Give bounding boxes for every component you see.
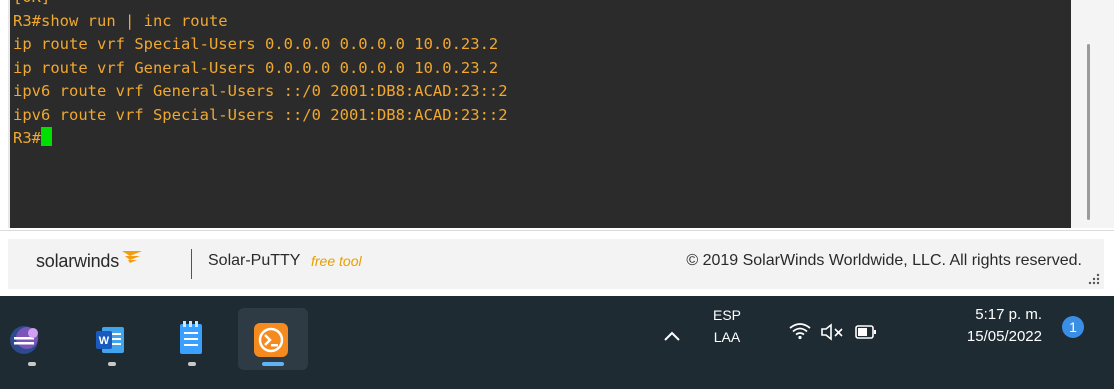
scrollbar-thumb[interactable] xyxy=(1087,44,1090,220)
terminal-line: ip route vrf General-Users 0.0.0.0 0.0.0… xyxy=(13,58,499,77)
copyright-text: © 2019 SolarWinds Worldwide, LLC. All ri… xyxy=(686,252,1082,269)
battery-icon[interactable] xyxy=(855,325,877,339)
terminal-prompt-line[interactable]: R3# xyxy=(13,127,1071,151)
terminal-scrollbar[interactable] xyxy=(1071,0,1114,228)
notepad-app-icon xyxy=(180,321,202,354)
volume-muted-icon[interactable] xyxy=(820,323,846,341)
product-name: Solar-PuTTY xyxy=(208,252,301,269)
terminal-line: [OK] xyxy=(13,0,1071,10)
resize-grip-icon[interactable] xyxy=(1088,273,1100,285)
svg-text:W: W xyxy=(99,335,110,347)
terminal-window: [OK] R3#show run | inc route ip route vr… xyxy=(0,0,1114,230)
clock-time: 5:17 p. m. xyxy=(975,306,1042,323)
terminal-line: R3#show run | inc route xyxy=(13,11,228,30)
terminal-line: ipv6 route vrf General-Users ::/0 2001:D… xyxy=(13,82,508,100)
terminal-prompt: R3# xyxy=(13,129,41,147)
footer-banner: solarwinds Solar-PuTTY free tool © 2019 … xyxy=(0,230,1114,297)
footer-banner-inner: solarwinds Solar-PuTTY free tool © 2019 … xyxy=(8,239,1104,289)
solarwinds-logo-text: solarwinds xyxy=(36,251,120,271)
chevron-up-icon[interactable] xyxy=(663,330,681,342)
taskbar-app-notepad[interactable] xyxy=(160,308,222,370)
word-app-icon: W xyxy=(96,327,124,353)
notification-badge[interactable]: 1 xyxy=(1062,316,1084,338)
terminal-line: ipv6 route vrf Special-Users ::/0 2001:D… xyxy=(13,105,508,124)
terminal-output[interactable]: [OK] R3#show run | inc route ip route vr… xyxy=(8,0,1071,228)
running-indicator xyxy=(108,362,116,366)
clock[interactable]: 5:17 p. m. 15/05/2022 xyxy=(920,304,1042,348)
clock-date: 15/05/2022 xyxy=(966,328,1042,345)
solarwinds-logo-icon xyxy=(122,251,142,263)
taskbar-app-solar-putty[interactable] xyxy=(238,308,308,370)
language-code: ESP xyxy=(712,307,741,323)
keyboard-layout-code: LAA xyxy=(713,329,741,345)
running-indicator xyxy=(28,362,36,366)
terminal-line: ip route vrf Special-Users 0.0.0.0 0.0.0… xyxy=(13,35,499,53)
wifi-icon[interactable] xyxy=(789,322,811,340)
active-indicator xyxy=(262,362,284,366)
running-indicator xyxy=(188,362,196,366)
windows-taskbar: W ESP LAA 5:17 p. m. 15/05/2022 1 xyxy=(0,296,1114,389)
taskbar-app-eclipse[interactable] xyxy=(0,308,62,370)
solar-putty-app-icon xyxy=(254,323,288,357)
eclipse-app-icon xyxy=(10,326,38,354)
input-language-indicator[interactable]: ESP LAA xyxy=(705,304,749,348)
taskbar-app-word[interactable]: W xyxy=(80,308,142,370)
product-tag-link[interactable]: free tool xyxy=(311,253,362,269)
banner-divider xyxy=(191,249,192,279)
text-cursor xyxy=(41,127,52,146)
